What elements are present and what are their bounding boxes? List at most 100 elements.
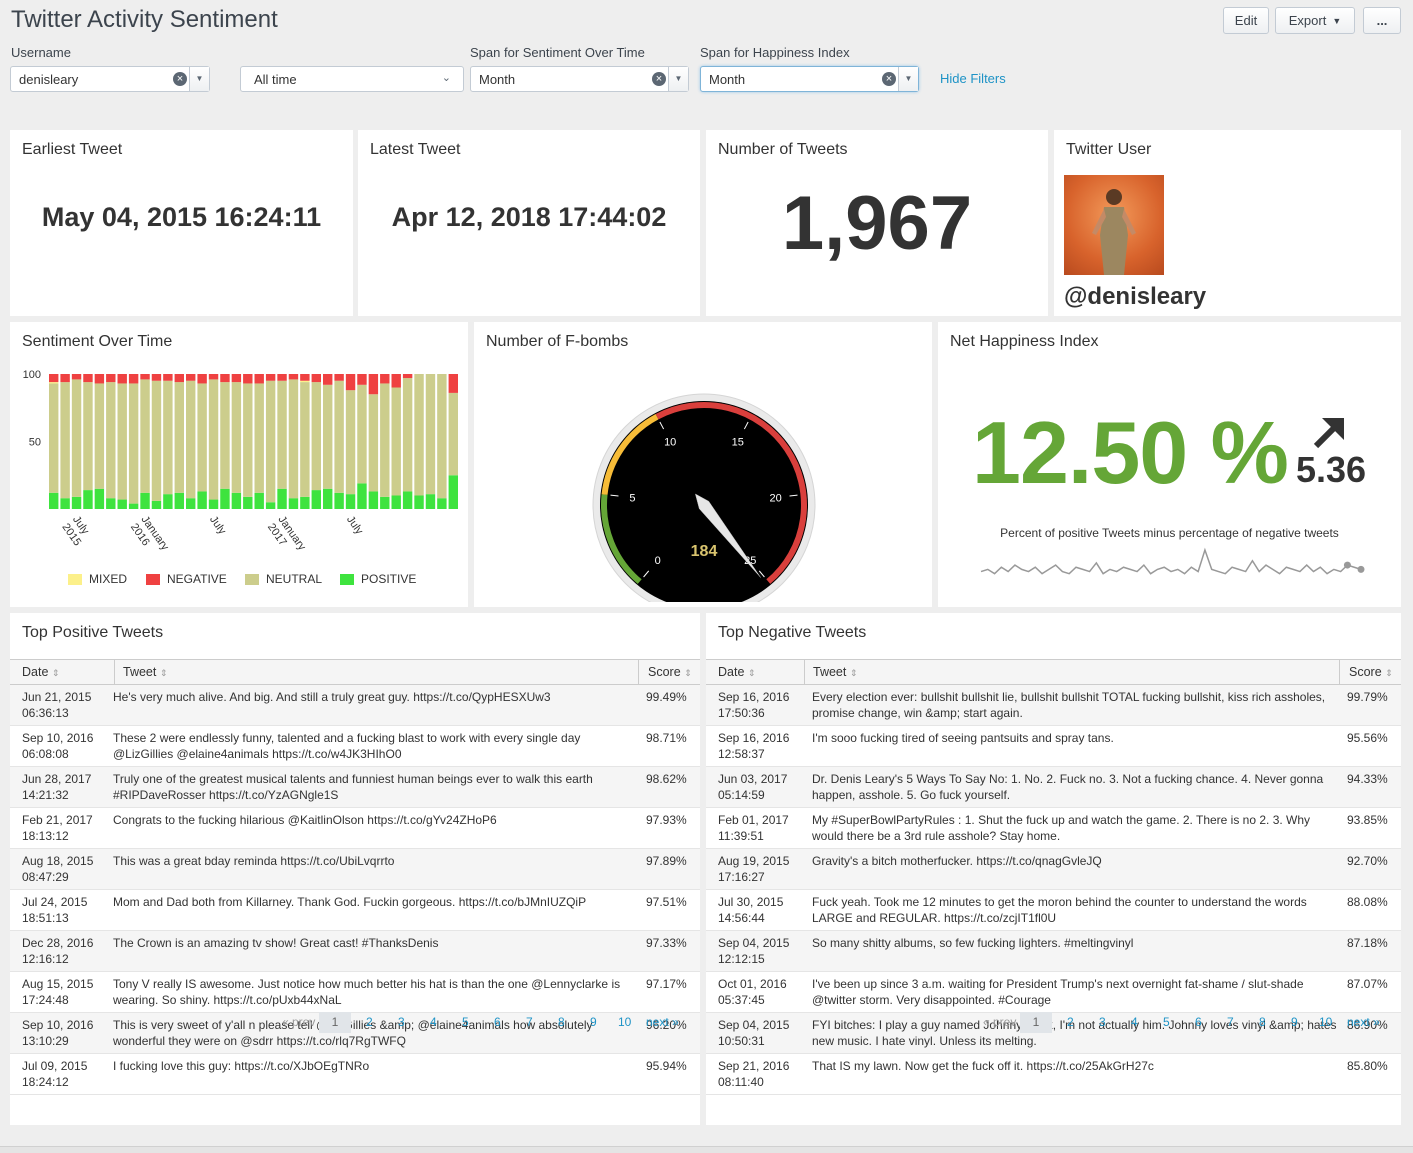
page-link[interactable]: 2 — [366, 1015, 373, 1029]
bar-segment-positive[interactable] — [243, 496, 253, 509]
bar-segment-negative[interactable] — [357, 374, 367, 385]
legend-item-mixed[interactable]: MIXED — [68, 572, 127, 586]
next-page-link[interactable]: next » — [1347, 1015, 1380, 1029]
bar-segment-negative[interactable] — [71, 374, 82, 380]
bar-segment-mixed[interactable] — [300, 380, 310, 383]
bar-segment-negative[interactable] — [254, 374, 264, 384]
bar-segment-neutral[interactable] — [288, 379, 299, 499]
column-header-tweet[interactable]: Tweet ⇕ — [804, 660, 857, 684]
bar-segment-negative[interactable] — [117, 374, 127, 384]
page-link[interactable]: 4 — [430, 1015, 437, 1029]
bar-segment-negative[interactable] — [220, 374, 230, 383]
bar-segment-negative[interactable] — [106, 374, 116, 383]
bar-segment-negative[interactable] — [174, 374, 184, 383]
legend-item-positive[interactable]: POSITIVE — [340, 572, 416, 586]
page-link[interactable]: 6 — [494, 1015, 501, 1029]
bar-segment-neutral[interactable] — [345, 390, 356, 495]
bar-segment-negative[interactable] — [231, 374, 242, 383]
bar-segment-neutral[interactable] — [437, 374, 447, 499]
bar-segment-neutral[interactable] — [425, 374, 436, 495]
dropdown-arrow-icon[interactable]: ▼ — [189, 67, 209, 91]
bar-segment-positive[interactable] — [402, 491, 413, 509]
clear-icon[interactable]: × — [173, 72, 187, 86]
bar-segment-neutral[interactable] — [311, 382, 321, 491]
page-link-current[interactable]: 1 — [1020, 1012, 1052, 1033]
table-row[interactable]: Oct 01, 2016 05:37:45 I've been up since 3… — [706, 972, 1401, 1013]
bar-segment-neutral[interactable] — [140, 379, 150, 493]
more-actions-button[interactable]: ... — [1363, 7, 1401, 34]
bar-segment-positive[interactable] — [357, 483, 367, 509]
bar-segment-positive[interactable] — [197, 491, 207, 509]
bar-segment-neutral[interactable] — [402, 378, 413, 492]
table-row[interactable]: Sep 04, 2015 12:12:15 So many shitty album… — [706, 931, 1401, 972]
page-link-current[interactable]: 1 — [319, 1012, 351, 1033]
page-link[interactable]: 10 — [1319, 1015, 1332, 1029]
bar-segment-positive[interactable] — [83, 490, 93, 509]
user-avatar[interactable] — [1064, 175, 1164, 275]
table-row[interactable]: Jun 03, 2017 05:14:59 Dr. Denis Leary's 5 … — [706, 767, 1401, 808]
bar-segment-negative[interactable] — [277, 374, 287, 381]
table-row[interactable]: Sep 16, 2016 17:50:36 Every election ever:… — [706, 685, 1401, 726]
bar-segment-positive[interactable] — [300, 496, 310, 509]
bar-segment-positive[interactable] — [220, 488, 230, 509]
page-link[interactable]: 7 — [1227, 1015, 1234, 1029]
bar-segment-neutral[interactable] — [357, 384, 367, 484]
bar-segment-positive[interactable] — [311, 490, 321, 509]
bar-segment-neutral[interactable] — [186, 380, 196, 499]
table-row[interactable]: Sep 16, 2016 12:58:37 I'm sooo fucking tir… — [706, 726, 1401, 767]
bar-segment-positive[interactable] — [106, 498, 116, 509]
bar-segment-neutral[interactable] — [71, 379, 82, 497]
page-link[interactable]: 8 — [558, 1015, 565, 1029]
bar-segment-negative[interactable] — [391, 374, 401, 388]
bar-segment-negative[interactable] — [186, 374, 196, 381]
bar-segment-negative[interactable] — [334, 374, 344, 381]
bar-segment-positive[interactable] — [117, 499, 127, 509]
column-header-score[interactable]: Score ⇕ — [1339, 660, 1393, 684]
bar-segment-negative[interactable] — [380, 374, 390, 384]
bar-segment-negative[interactable] — [94, 374, 105, 384]
bar-segment-positive[interactable] — [163, 494, 173, 509]
bar-segment-positive[interactable] — [334, 492, 344, 509]
bar-segment-positive[interactable] — [60, 498, 70, 509]
bar-segment-neutral[interactable] — [163, 380, 173, 495]
page-link[interactable]: 6 — [1195, 1015, 1202, 1029]
table-row[interactable]: Aug 15, 2015 17:24:48 Tony V really IS awe… — [10, 972, 700, 1013]
table-row[interactable]: Sep 21, 2016 08:11:40 That IS my lawn. Now… — [706, 1054, 1401, 1095]
bar-segment-neutral[interactable] — [151, 380, 162, 501]
bar-segment-positive[interactable] — [231, 492, 242, 509]
bar-segment-neutral[interactable] — [368, 394, 379, 492]
bar-segment-positive[interactable] — [186, 498, 196, 509]
page-link[interactable]: 2 — [1067, 1015, 1074, 1029]
column-header-tweet[interactable]: Tweet ⇕ — [114, 660, 167, 684]
bar-segment-negative[interactable] — [197, 374, 207, 384]
bar-segment-neutral[interactable] — [83, 382, 93, 491]
page-link[interactable]: 5 — [462, 1015, 469, 1029]
page-link[interactable]: 4 — [1131, 1015, 1138, 1029]
bar-segment-mixed[interactable] — [49, 382, 59, 384]
bar-segment-negative[interactable] — [265, 374, 276, 381]
bar-segment-negative[interactable] — [323, 374, 333, 385]
bar-segment-positive[interactable] — [151, 500, 162, 509]
bar-segment-positive[interactable] — [254, 492, 264, 509]
bar-segment-neutral[interactable] — [106, 382, 116, 499]
bar-segment-negative[interactable] — [402, 374, 413, 379]
next-page-link[interactable]: next » — [646, 1015, 679, 1029]
bar-segment-neutral[interactable] — [208, 379, 219, 500]
bar-segment-negative[interactable] — [60, 374, 70, 383]
hide-filters-link[interactable]: Hide Filters — [940, 71, 1006, 86]
clear-icon[interactable]: × — [652, 72, 666, 86]
bar-segment-neutral[interactable] — [391, 387, 401, 496]
time-range-picker[interactable]: All time ⌄ — [240, 66, 464, 92]
bar-segment-neutral[interactable] — [277, 380, 287, 489]
bar-segment-positive[interactable] — [174, 492, 184, 509]
table-row[interactable]: Jul 09, 2015 18:24:12 I fucking love this … — [10, 1054, 700, 1095]
page-link[interactable]: 9 — [590, 1015, 597, 1029]
page-link[interactable]: 9 — [1291, 1015, 1298, 1029]
table-row[interactable]: Jul 30, 2015 14:56:44 Fuck yeah. Took me 1… — [706, 890, 1401, 931]
bar-segment-negative[interactable] — [49, 374, 59, 383]
bar-segment-neutral[interactable] — [197, 383, 207, 492]
username-input[interactable]: denisleary × ▼ — [10, 66, 210, 92]
bar-segment-neutral[interactable] — [231, 382, 242, 493]
bar-segment-negative[interactable] — [128, 374, 139, 384]
bar-segment-neutral[interactable] — [323, 384, 333, 489]
